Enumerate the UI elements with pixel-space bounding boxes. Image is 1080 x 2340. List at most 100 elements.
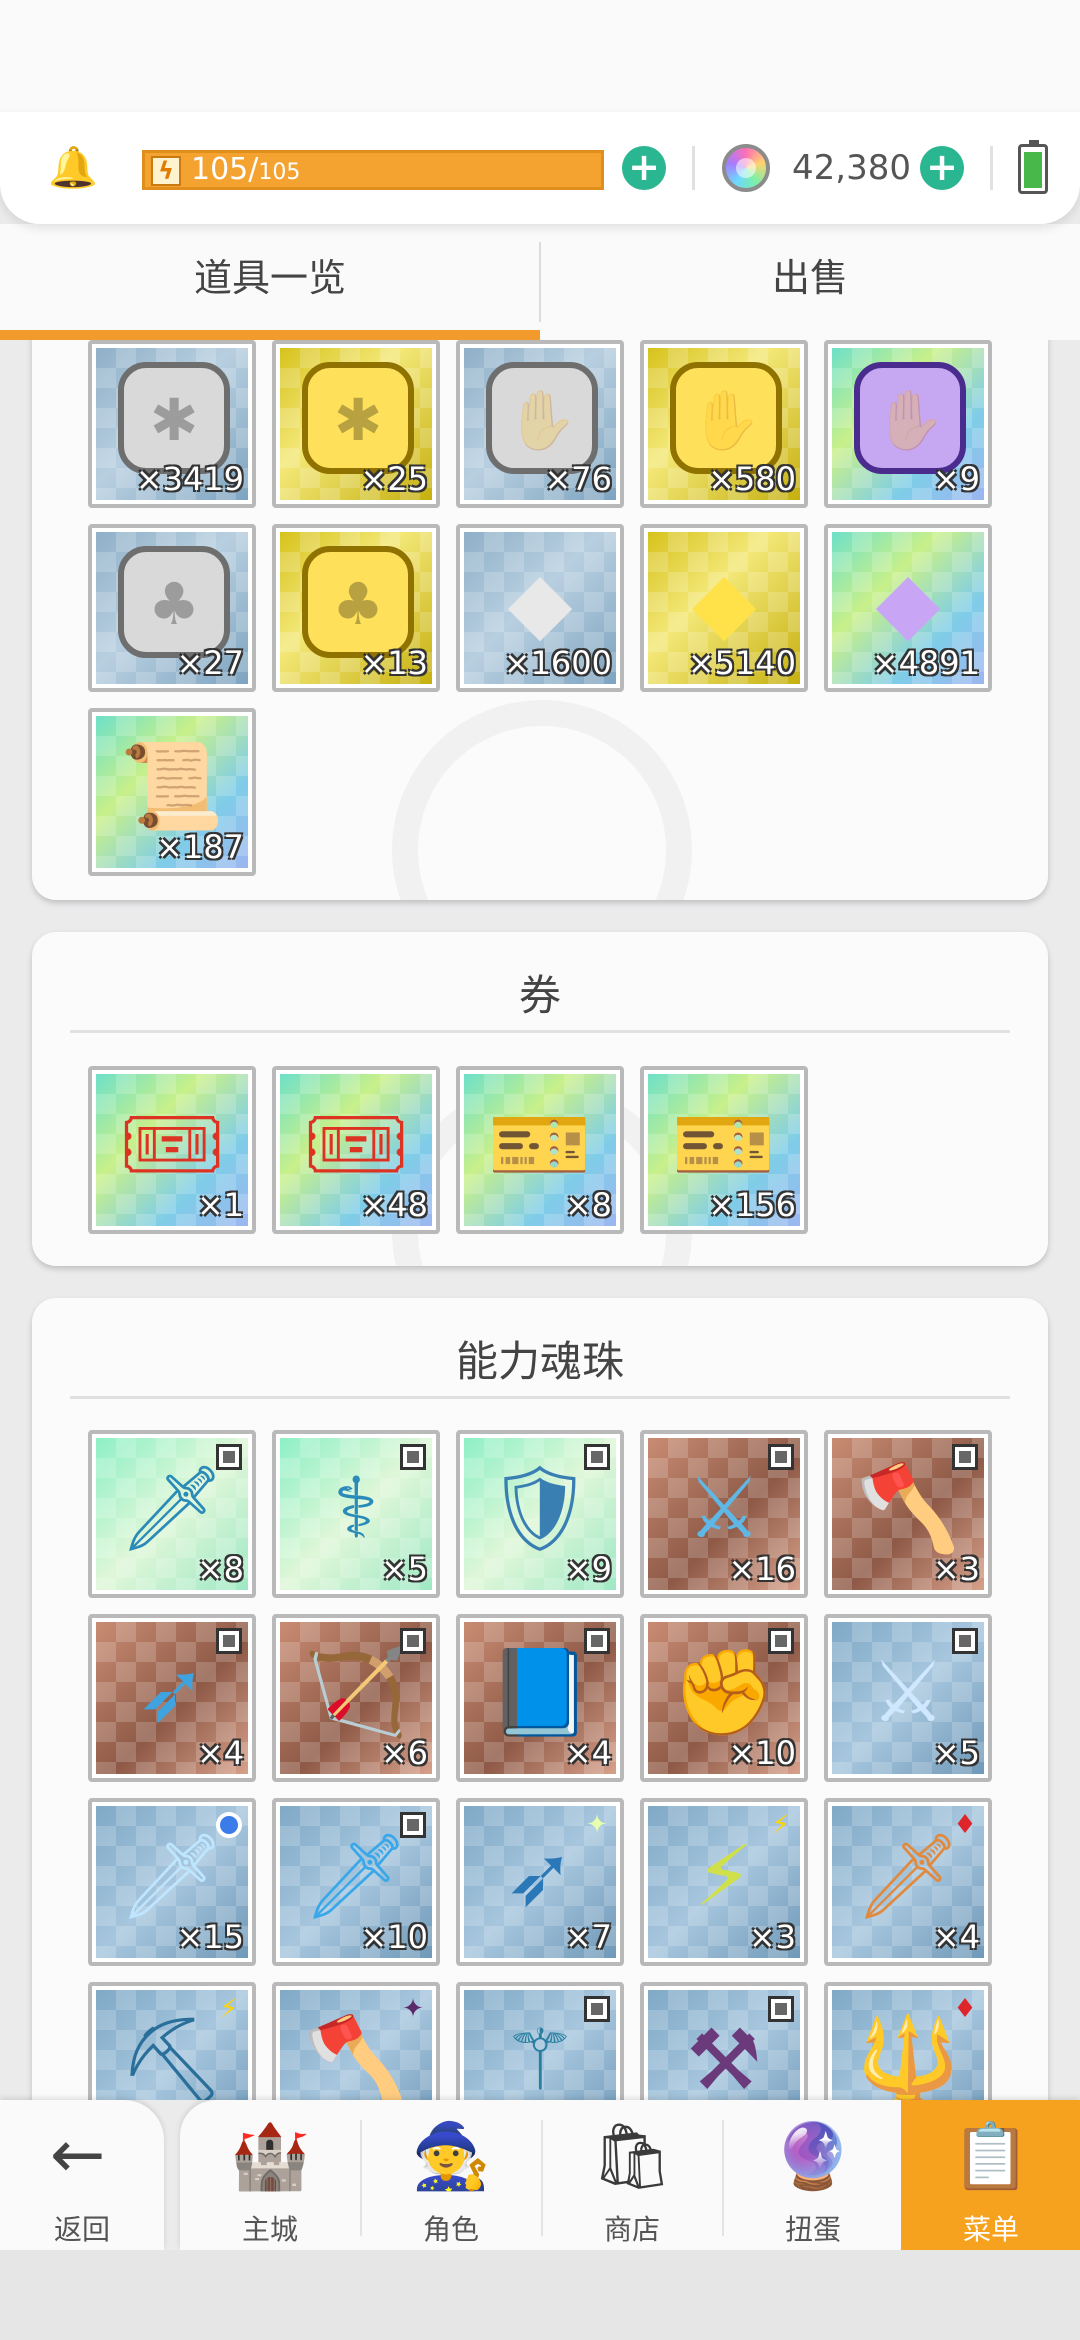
silver-tree-medal-icon: ♣ (118, 546, 230, 658)
gold-beast-medal-icon: ✋ (670, 362, 782, 474)
item-slot[interactable]: 📘 ×4 (456, 1614, 624, 1782)
item-slot[interactable]: 🗡 ♦ ×4 (824, 1798, 992, 1966)
medal-emblem-icon: ♣ (332, 570, 384, 638)
medal-emblem-icon: ✋ (505, 386, 579, 454)
rarity-badge-bolt-icon: ⚡ (219, 1994, 239, 2024)
item-slot[interactable]: ◆ ×5140 (640, 524, 808, 692)
item-background: 📜 ×187 (96, 716, 248, 868)
title-rule (70, 1030, 1010, 1033)
tab-sell[interactable]: 出售 (540, 224, 1080, 340)
item-slot[interactable]: ⛏ ⚡ (88, 1982, 256, 2100)
red-ticket-icon: 🎟 (118, 1094, 226, 1193)
item-slot[interactable]: ⚚ (456, 1982, 624, 2100)
back-button[interactable]: ← 返回 (0, 2100, 164, 2250)
tickets-title: 券 (518, 971, 561, 1020)
nav-item-shop[interactable]: 🛍 商店 (542, 2100, 722, 2250)
gold-shard-icon: ◆ (691, 552, 757, 651)
item-slot[interactable]: 🛡 ×9 (456, 1430, 624, 1598)
item-slot[interactable]: ⚒ (640, 1982, 808, 2100)
gold-tree-medal-icon: ♣ (302, 546, 414, 658)
item-slot[interactable]: ♣ ×27 (88, 524, 256, 692)
item-slot[interactable]: ⚕ ×5 (272, 1430, 440, 1598)
item-slot[interactable]: 📜 ×187 (88, 708, 256, 876)
add-stamina-button[interactable]: + (622, 146, 666, 190)
medal-emblem-icon: ✱ (149, 386, 199, 454)
nav-item-menu[interactable]: 📋 菜单 (901, 2100, 1080, 2250)
item-slot[interactable]: ✋ ×76 (456, 340, 624, 508)
item-slot[interactable]: 🎟 ×1 (88, 1066, 256, 1234)
item-slot[interactable]: ⚔ ×5 (824, 1614, 992, 1782)
tab-item-list[interactable]: 道具一览 (0, 224, 540, 340)
nav-item-character[interactable]: 🧙 角色 (361, 2100, 541, 2250)
item-background: ✱ ×25 (280, 348, 432, 500)
nav-item-gacha[interactable]: 🔮 扭蛋 (723, 2100, 903, 2250)
item-background: ◆ ×4891 (832, 532, 984, 684)
item-list[interactable]: ✱ ×3419 ✱ ×25 ✋ ×76 ✋ ×580 ✋ ×9 ♣ ×27 ♣ ×13 ◆ ×1600 ◆ ×51… (0, 340, 1080, 2100)
item-slot[interactable]: 🔱 ♦ (824, 1982, 992, 2100)
bottom-nav: ← 返回 🏰 主城 🧙 角色 🛍 商店 🔮 扭蛋 📋 菜单 (0, 2100, 1080, 2250)
item-slot[interactable]: ◆ ×1600 (456, 524, 624, 692)
item-slot[interactable]: ⚡ ⚡ ×3 (640, 1798, 808, 1966)
trident-icon: 🔱 (855, 2010, 961, 2100)
item-background: 🎟 ×1 (96, 1074, 248, 1226)
item-background: ♣ ×27 (96, 532, 248, 684)
halberd-icon: ⚒ (686, 2010, 762, 2100)
item-slot[interactable]: ◆ ×4891 (824, 524, 992, 692)
item-count: ×3 (748, 1918, 796, 1956)
rarity-badge-square-icon (768, 1996, 794, 2022)
item-background: 🪓 ×3 (832, 1438, 984, 1590)
dagger-icon: 🗡 (118, 1458, 226, 1557)
item-slot[interactable]: ✱ ×3419 (88, 340, 256, 508)
item-slot[interactable]: 🏹 ×6 (272, 1614, 440, 1782)
item-slot[interactable]: ➶ ✦ ×7 (456, 1798, 624, 1966)
item-count: ×156 (708, 1186, 796, 1224)
blade-icon: 🗡 (302, 1826, 410, 1925)
item-background: ⛏ ⚡ (96, 1990, 248, 2100)
lance-icon: ➶ (504, 1826, 576, 1925)
silver-dragon-medal-icon: ✱ (118, 362, 230, 474)
item-background: 🗡 ×15 (96, 1806, 248, 1958)
item-slot[interactable]: ⚔ ×16 (640, 1430, 808, 1598)
item-background: 🛡 ×9 (464, 1438, 616, 1590)
rarity-badge-square-icon (768, 1444, 794, 1470)
item-slot[interactable]: 🪓 ×3 (824, 1430, 992, 1598)
item-count: ×9 (564, 1550, 612, 1588)
stamina-text: 105/105 (191, 152, 301, 187)
title-rule (70, 1396, 1010, 1399)
item-slot[interactable]: ✋ ×580 (640, 340, 808, 508)
item-slot[interactable]: 🗡 ×10 (272, 1798, 440, 1966)
materials-panel: ✱ ×3419 ✱ ×25 ✋ ×76 ✋ ×580 ✋ ×9 ♣ ×27 ♣ ×13 ◆ ×1600 ◆ ×51… (32, 340, 1048, 900)
item-slot[interactable]: ✱ ×25 (272, 340, 440, 508)
item-background: ➶ ×4 (96, 1622, 248, 1774)
item-slot[interactable]: ✋ ×9 (824, 340, 992, 508)
stamina-max: 105 (258, 160, 301, 185)
item-count: ×1 (196, 1186, 244, 1224)
item-background: 🗡 ♦ ×4 (832, 1806, 984, 1958)
item-count: ×7 (564, 1918, 612, 1956)
gem-count: 42,380 (792, 148, 911, 188)
item-slot[interactable]: 🪓 ✦ (272, 1982, 440, 2100)
stamina-current: 105 (191, 152, 249, 187)
item-background: 🎟 ×48 (280, 1074, 432, 1226)
resource-bar: 🔔 ϟ 105/105 + 42,380 + (0, 112, 1080, 224)
item-slot[interactable]: 🎟 ×48 (272, 1066, 440, 1234)
nav-item-castle[interactable]: 🏰 主城 (180, 2100, 360, 2250)
silver-beast-medal-icon: ✋ (486, 362, 598, 474)
bell-icon[interactable]: 🔔 (48, 146, 98, 190)
item-slot[interactable]: ➶ ×4 (88, 1614, 256, 1782)
item-slot[interactable]: 🗡 ×8 (88, 1430, 256, 1598)
rarity-badge-square-icon (400, 1444, 426, 1470)
system-gesture-bar (0, 2250, 1080, 2340)
item-slot[interactable]: 🎫 ×8 (456, 1066, 624, 1234)
sword-icon: ⚔ (686, 1458, 762, 1557)
item-slot[interactable]: ♣ ×13 (272, 524, 440, 692)
item-slot[interactable]: 🎫 ×156 (640, 1066, 808, 1234)
rarity-badge-square-icon (768, 1628, 794, 1654)
item-count: ×76 (544, 460, 612, 498)
item-slot[interactable]: 🗡 ×15 (88, 1798, 256, 1966)
purple-ticket-icon: 🎫 (671, 1094, 777, 1193)
item-slot[interactable]: ✊ ×10 (640, 1614, 808, 1782)
battle-axe-icon: 🪓 (303, 2010, 409, 2100)
nav-label: 扭蛋 (784, 2213, 841, 2246)
add-gem-button[interactable]: + (920, 146, 964, 190)
